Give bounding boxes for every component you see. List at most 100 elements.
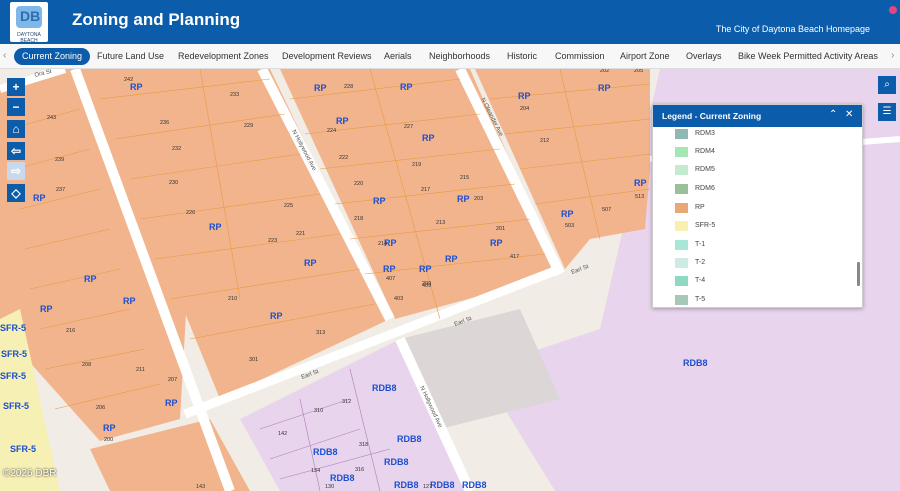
lot-number: 200: [104, 437, 113, 443]
locate-icon[interactable]: ◇: [7, 184, 25, 202]
legend-scrollbar[interactable]: [857, 262, 860, 286]
tab-airport-zone[interactable]: Airport Zone: [620, 48, 670, 65]
lot-number: 417: [510, 254, 519, 260]
lot-number: 242: [124, 77, 133, 83]
legend-label: RDM6: [695, 185, 715, 192]
zone-label: RP: [209, 222, 222, 232]
legend-header: Legend - Current Zoning ⌃ ✕: [653, 105, 862, 127]
search-icon[interactable]: ⌕: [878, 76, 896, 94]
legend-label: RP: [695, 204, 705, 211]
zone-label: RP: [123, 296, 136, 306]
lot-number: 223: [268, 238, 277, 244]
legend-label: RDM3: [695, 130, 715, 137]
edit-icon[interactable]: [889, 6, 897, 14]
lot-number: 233: [230, 92, 239, 98]
zone-label: RP: [130, 82, 143, 92]
tab-redevelopment-zones[interactable]: Redevelopment Zones: [178, 48, 269, 65]
legend-title: Legend - Current Zoning: [662, 111, 762, 121]
tab-neighborhoods[interactable]: Neighborhoods: [429, 48, 490, 65]
lot-number: 310: [314, 408, 323, 414]
tab-aerials[interactable]: Aerials: [384, 48, 412, 65]
swatch: T-4: [675, 276, 705, 286]
lot-number: 216: [66, 328, 75, 334]
zone-label: RP: [33, 193, 46, 203]
zone-label: RDB8: [683, 358, 708, 368]
tab-scroll-right-icon[interactable]: ›: [891, 50, 894, 61]
lot-number: 214: [378, 241, 387, 247]
zone-label: RP: [422, 133, 435, 143]
zone-label: RP: [336, 116, 349, 126]
zone-label: RP: [84, 274, 97, 284]
legend-label: T-2: [695, 259, 706, 266]
tab-overlays[interactable]: Overlays: [686, 48, 722, 65]
forward-arrow-icon[interactable]: ⇨: [7, 162, 25, 180]
back-arrow-icon[interactable]: ⇦: [7, 142, 25, 160]
tab-bar: ‹ Current Zoning Future Land Use Redevel…: [0, 44, 900, 69]
zone-label: RP: [270, 311, 283, 321]
legend-label: T-5: [695, 296, 706, 303]
tab-development-reviews[interactable]: Development Reviews: [282, 48, 372, 65]
app-header: DB DAYTONA BEACH Zoning and Planning The…: [0, 0, 900, 44]
lot-number: 210: [228, 296, 237, 302]
lot-number: 221: [296, 231, 305, 237]
tab-historic[interactable]: Historic: [507, 48, 537, 65]
tab-scroll-left-icon[interactable]: ‹: [3, 50, 6, 61]
zone-label: RDB8: [462, 480, 487, 490]
lot-number: 208: [82, 362, 91, 368]
lot-number: 142: [278, 431, 287, 437]
zone-label: RDB8: [372, 383, 397, 393]
lot-number: 211: [136, 367, 145, 373]
homepage-link[interactable]: The City of Daytona Beach Homepage: [716, 24, 870, 34]
lot-number: 407: [386, 276, 395, 282]
lot-number: 312: [342, 399, 351, 405]
lot-number: 301: [249, 357, 258, 363]
logo-subtitle: DAYTONA BEACH: [17, 32, 41, 44]
zone-label: RP: [561, 209, 574, 219]
legend-label: T-1: [695, 241, 706, 248]
tab-commission[interactable]: Commission: [555, 48, 605, 65]
zone-label: RDB8: [313, 447, 338, 457]
swatch: T-2: [675, 258, 705, 268]
collapse-icon[interactable]: ⌃: [829, 109, 837, 120]
tab-future-land-use[interactable]: Future Land Use: [97, 48, 164, 65]
legend-label: SFR-5: [695, 222, 716, 229]
zone-label: RP: [314, 83, 327, 93]
zone-label: RP: [445, 254, 458, 264]
zone-label: RDB8: [384, 457, 409, 467]
swatch: RDM5: [675, 165, 715, 175]
lot-number: 409: [422, 283, 431, 289]
zone-label: RP: [40, 304, 53, 314]
legend-label: RDM5: [695, 166, 715, 173]
legend-label: RDM4: [695, 148, 715, 155]
legend-label: T-4: [695, 277, 706, 284]
lot-number: 205: [634, 69, 643, 74]
map-credit: ©2026 DBR: [3, 468, 57, 479]
lot-number: 213: [436, 220, 445, 226]
lot-number: 237: [56, 187, 65, 193]
lot-number: 219: [412, 162, 421, 168]
lot-number: 225: [284, 203, 293, 209]
zoom-out-button[interactable]: −: [7, 98, 25, 116]
lot-number: 226: [186, 210, 195, 216]
lot-number: 232: [172, 146, 181, 152]
swatch: T-5: [675, 295, 705, 305]
zone-label: RDB8: [394, 480, 419, 490]
legend-list[interactable]: RDM3 RDM4 RDM5 RDM6 RP SFR-5 T-1 T-2 T-4…: [653, 127, 858, 307]
swatch: T-1: [675, 240, 705, 250]
zoom-in-button[interactable]: +: [7, 78, 25, 96]
zone-label: RP: [373, 196, 386, 206]
tab-current-zoning[interactable]: Current Zoning: [14, 48, 91, 65]
lot-number: 207: [168, 377, 177, 383]
city-logo[interactable]: DB DAYTONA BEACH: [10, 2, 48, 44]
tab-bike-week[interactable]: Bike Week Permitted Activity Areas: [738, 48, 878, 65]
close-icon[interactable]: ✕: [845, 109, 853, 120]
zone-label: RP: [383, 264, 396, 274]
lot-number: 228: [344, 84, 353, 90]
layer-list-icon[interactable]: ☰: [878, 103, 896, 121]
lot-number: 201: [496, 226, 505, 232]
lot-number: 222: [339, 155, 348, 161]
home-icon[interactable]: ⌂: [7, 120, 25, 138]
swatch: RDM6: [675, 184, 715, 194]
zone-label: RP: [304, 258, 317, 268]
zone-label: RDB8: [430, 480, 455, 490]
